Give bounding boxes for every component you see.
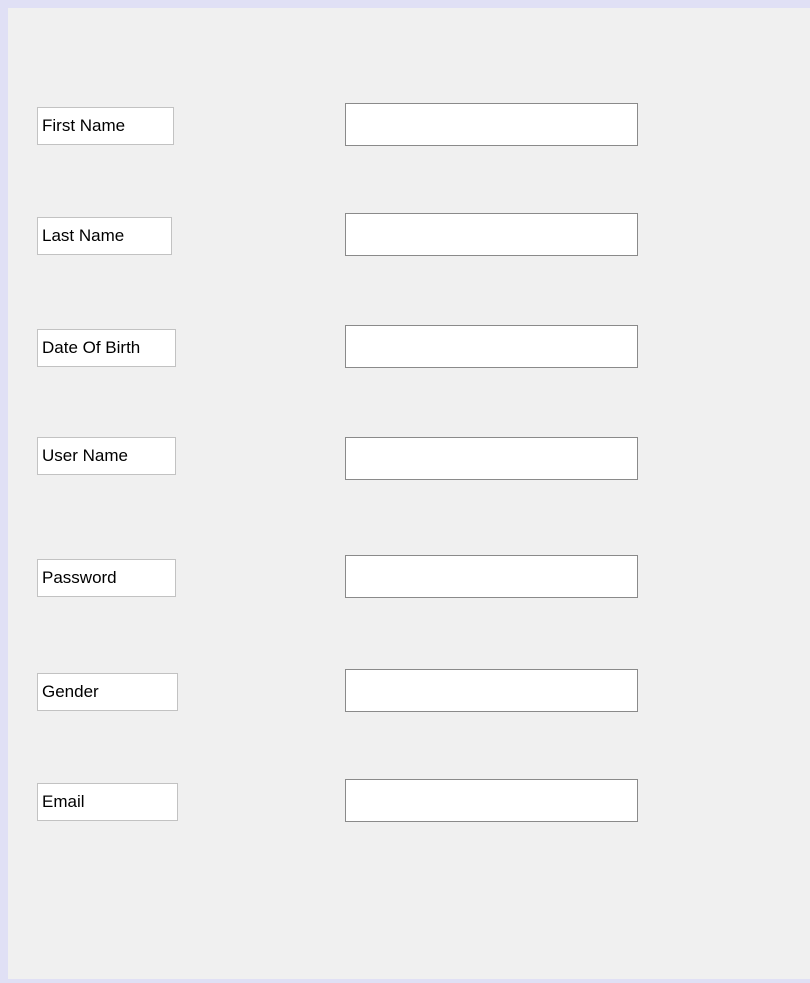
last-name-label: Last Name: [37, 217, 172, 255]
user-name-input[interactable]: [345, 437, 638, 480]
password-input[interactable]: [345, 555, 638, 598]
email-input[interactable]: [345, 779, 638, 822]
registration-form: [8, 8, 810, 979]
date-of-birth-input[interactable]: [345, 325, 638, 368]
first-name-label: First Name: [37, 107, 174, 145]
date-of-birth-label: Date Of Birth: [37, 329, 176, 367]
gender-input[interactable]: [345, 669, 638, 712]
gender-label: Gender: [37, 673, 178, 711]
last-name-input[interactable]: [345, 213, 638, 256]
first-name-input[interactable]: [345, 103, 638, 146]
email-label: Email: [37, 783, 178, 821]
password-label: Password: [37, 559, 176, 597]
user-name-label: User Name: [37, 437, 176, 475]
